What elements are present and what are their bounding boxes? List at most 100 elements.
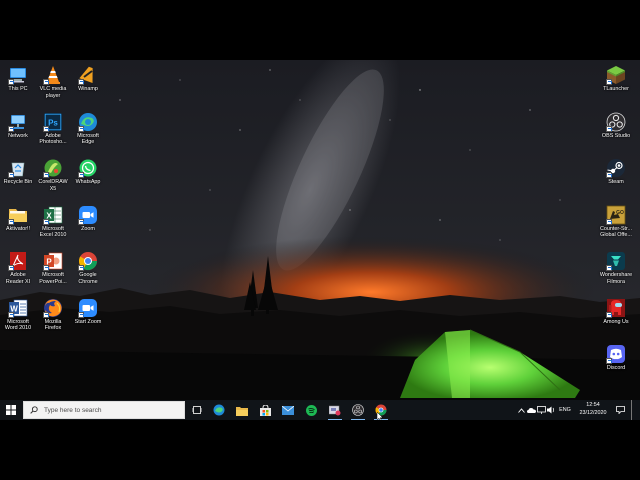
csgo-icon: GO	[606, 205, 626, 225]
desktop-shortcut-csgo[interactable]: GO Counter-Str... Global Offe...	[598, 202, 634, 246]
desktop-shortcut-word[interactable]: W Microsoft Word 2010	[0, 295, 36, 339]
shortcut-arrow-icon	[78, 172, 84, 178]
desktop-icon-label: OBS Studio	[601, 132, 631, 139]
whatsapp-icon	[78, 158, 98, 178]
desktop-icon-label: Start Zoom	[74, 318, 102, 325]
desktop-shortcut-powerpoint[interactable]: P Microsoft PowerPoi...	[35, 248, 71, 292]
shortcut-arrow-icon	[8, 265, 14, 271]
shortcut-arrow-icon	[78, 125, 84, 132]
coreldraw-icon	[43, 158, 63, 178]
shortcut-arrow-icon	[43, 172, 49, 178]
volume-tray[interactable]	[546, 400, 557, 420]
task-view-button[interactable]	[186, 400, 208, 420]
desktop-shortcut-winamp[interactable]: Winamp	[70, 62, 106, 106]
desktop-shortcut-chrome[interactable]: Google Chrome	[70, 248, 106, 292]
desktop-icon-label: Microsoft PowerPoi...	[39, 272, 67, 285]
shortcut-arrow-icon	[606, 311, 612, 318]
mouse-cursor-icon	[377, 412, 384, 420]
shortcut-arrow-icon	[8, 172, 14, 178]
chevron-up-icon	[517, 407, 525, 413]
shortcut-arrow-icon	[606, 125, 612, 132]
cloud-icon	[527, 408, 536, 413]
desktop-shortcut-edge[interactable]: Microsoft Edge	[70, 109, 106, 153]
desktop-shortcut-steam[interactable]: Steam	[598, 155, 634, 199]
desktop-icon-label: Steam	[608, 179, 624, 185]
shortcut-arrow-icon	[8, 311, 14, 318]
desktop-icon-label: Network	[8, 132, 28, 139]
desktop-shortcut-excel[interactable]: X Microsoft Excel 2010	[35, 202, 71, 246]
notifications-button[interactable]	[613, 400, 627, 420]
desktop-shortcut-filmora[interactable]: Wondershare Filmora	[598, 248, 634, 292]
excel-icon: X	[43, 205, 63, 225]
desktop-icon-label: WhatsApp	[75, 179, 101, 185]
clock[interactable]: 12:54 23/12/2020	[575, 402, 611, 417]
clock-date: 23/12/2020	[579, 409, 607, 416]
taskbar-snipping-tool[interactable]	[324, 400, 346, 420]
notification-icon	[615, 406, 625, 414]
desktop-shortcut-adobe-reader[interactable]: Adobe Reader XI	[0, 248, 36, 292]
snipping-icon	[329, 405, 341, 415]
desktop-shortcut-folder[interactable]: Aktivator!!	[0, 202, 36, 246]
store-icon	[259, 404, 271, 416]
speaker-icon	[547, 406, 554, 414]
desktop-icon-label: Winamp	[78, 86, 98, 92]
desktop-shortcut-this-pc[interactable]: This PC	[0, 62, 36, 106]
shortcut-arrow-icon	[606, 265, 612, 271]
recycle-bin-icon	[8, 158, 28, 178]
desktop-icon-label: Among Us	[603, 318, 629, 325]
desktop-shortcut-recycle-bin[interactable]: Recycle Bin	[0, 155, 36, 199]
filmora-icon	[606, 251, 626, 271]
desktop-shortcut-photoshop[interactable]: Ps Adobe Photosho...	[35, 109, 71, 153]
search-input[interactable]: Type here to search	[23, 401, 185, 419]
shortcut-arrow-icon	[78, 265, 84, 271]
desktop-screen: This PC VLC media player Winamp Network Ps Ad…	[0, 60, 640, 420]
shortcut-arrow-icon	[43, 125, 49, 132]
shortcut-arrow-icon	[8, 79, 14, 85]
chrome-icon	[78, 251, 98, 271]
shortcut-arrow-icon	[78, 311, 84, 318]
desktop-shortcut-whatsapp[interactable]: WhatsApp	[70, 155, 106, 199]
desktop-icon-label: This PC	[8, 86, 28, 92]
spotify-icon	[305, 404, 317, 416]
network-icon	[537, 406, 546, 414]
desktop-shortcut-tlauncher[interactable]: TLauncher	[598, 62, 634, 106]
adobe-reader-icon	[8, 251, 28, 271]
desktop-icon-label: TLauncher	[603, 86, 629, 92]
desktop-shortcut-start-zoom[interactable]: Start Zoom	[70, 295, 106, 339]
taskbar-store[interactable]	[254, 400, 276, 420]
start-zoom-icon	[78, 298, 98, 318]
shortcut-arrow-icon	[78, 79, 84, 85]
taskbar-file-explorer[interactable]	[231, 400, 253, 420]
winamp-icon	[78, 65, 98, 85]
language-indicator[interactable]: ENG	[557, 400, 573, 420]
start-button[interactable]	[0, 400, 22, 420]
word-icon: W	[8, 298, 28, 318]
desktop-shortcut-network[interactable]: Network	[0, 109, 36, 153]
desktop-shortcut-firefox[interactable]: Mozilla Firefox	[35, 295, 71, 339]
desktop-shortcut-discord[interactable]: Discord	[598, 341, 634, 385]
desktop-icon-label: Google Chrome	[78, 272, 98, 285]
vlc-icon	[43, 65, 63, 85]
show-desktop-button[interactable]	[631, 400, 634, 420]
desktop-icon-label: Microsoft Word 2010	[4, 318, 32, 332]
desktop-shortcut-obs[interactable]: OBS Studio	[598, 109, 634, 153]
clock-time: 12:54	[586, 402, 600, 408]
taskbar-obs[interactable]	[347, 400, 369, 420]
search-icon	[30, 406, 38, 414]
shortcut-arrow-icon	[606, 218, 612, 225]
among-us-icon	[606, 298, 626, 318]
search-placeholder: Type here to search	[44, 406, 102, 414]
desktop-shortcut-vlc[interactable]: VLC media player	[35, 62, 71, 106]
desktop-shortcut-zoom[interactable]: Zoom	[70, 202, 106, 246]
shortcut-arrow-icon	[606, 172, 612, 178]
desktop-shortcut-among-us[interactable]: Among Us	[598, 295, 634, 339]
desktop-icon-label: Zoom	[81, 225, 95, 232]
folder-icon	[8, 205, 28, 225]
shortcut-arrow-icon	[43, 218, 49, 225]
desktop-icon-label: VLC media player	[39, 86, 67, 99]
desktop-shortcut-coreldraw[interactable]: CorelDRAW X5	[35, 155, 71, 199]
taskbar-mail[interactable]	[277, 400, 299, 420]
taskbar-spotify[interactable]	[300, 400, 322, 420]
network-icon	[8, 112, 28, 132]
taskbar-edge[interactable]	[208, 400, 230, 420]
